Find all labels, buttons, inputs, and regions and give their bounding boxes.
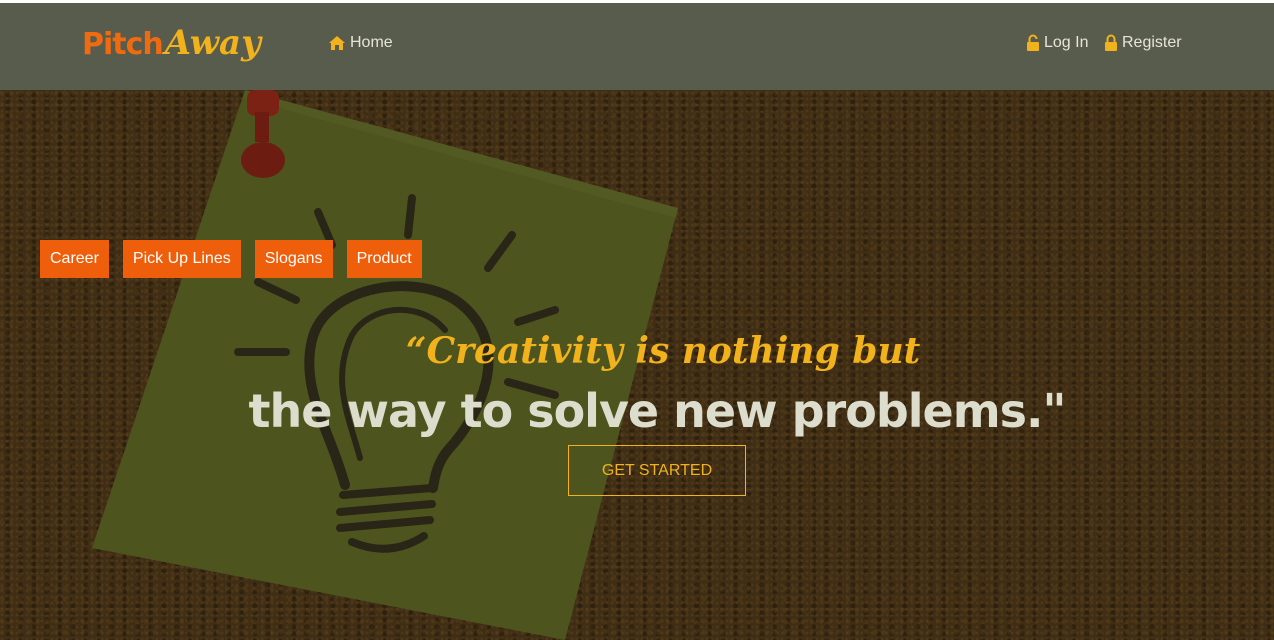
nav-home-link[interactable]: Home [328, 34, 393, 52]
nav-register-label: Register [1122, 34, 1182, 51]
quote-line-2: the way to solve new problems." [248, 384, 1067, 438]
get-started-button[interactable]: GET STARTED [568, 445, 746, 496]
category-slogans-button[interactable]: Slogans [254, 240, 333, 278]
quote-line-1: “Creativity is nothing but [405, 330, 921, 372]
brand-logo[interactable]: Pitch Away [82, 23, 261, 73]
brand-pitch-text: Pitch [82, 27, 164, 62]
hero-section: Career Pick Up Lines Slogans Product “Cr… [0, 90, 1274, 640]
brand-away-text: Away [164, 23, 261, 63]
nav-login-label: Log In [1044, 34, 1089, 51]
navbar: Pitch Away Home Log In Register [0, 3, 1274, 90]
unlock-icon [1026, 34, 1040, 52]
nav-login-link[interactable]: Log In [1026, 34, 1088, 52]
category-product-button[interactable]: Product [346, 240, 422, 278]
nav-home-label: Home [350, 34, 393, 51]
lock-icon [1104, 34, 1118, 52]
category-bar: Career Pick Up Lines Slogans Product [40, 240, 422, 278]
category-career-button[interactable]: Career [40, 240, 109, 278]
home-icon [328, 35, 346, 51]
category-pickup-lines-button[interactable]: Pick Up Lines [122, 240, 241, 278]
nav-register-link[interactable]: Register [1104, 34, 1182, 52]
